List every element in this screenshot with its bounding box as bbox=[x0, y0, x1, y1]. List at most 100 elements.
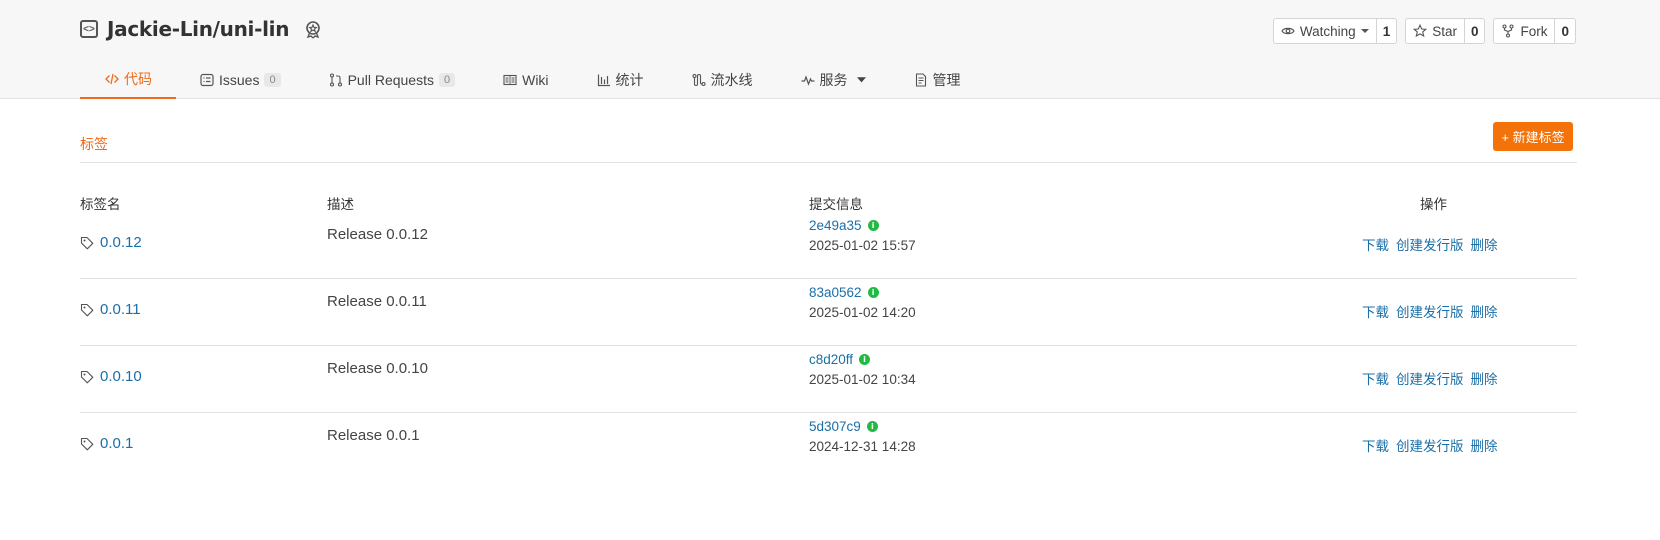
badge-award-icon[interactable] bbox=[303, 19, 323, 39]
pipeline-icon bbox=[691, 73, 706, 86]
repo-name[interactable]: Jackie-Lin/uni-lin bbox=[107, 17, 289, 41]
table-row: 0.0.12 Release 0.0.12 2e49a35 i 2025-01-… bbox=[80, 212, 1577, 279]
tag-name: 0.0.1 bbox=[100, 435, 134, 452]
verified-info-icon[interactable]: i bbox=[866, 421, 878, 432]
tab-code-label: 代码 bbox=[124, 70, 152, 87]
download-link[interactable]: 下载 bbox=[1362, 435, 1389, 455]
commit-hash-link[interactable]: 83a0562 bbox=[809, 285, 862, 300]
delete-link[interactable]: 删除 bbox=[1471, 234, 1498, 254]
commit-hash-link[interactable]: c8d20ff bbox=[809, 352, 853, 367]
column-header-ops: 操作 bbox=[1420, 197, 1447, 212]
verified-info-icon[interactable]: i bbox=[867, 287, 879, 298]
settings-document-icon bbox=[915, 72, 926, 87]
tab-manage[interactable]: 管理 bbox=[890, 60, 985, 99]
tag-description: Release 0.0.10 bbox=[327, 360, 428, 377]
create-release-link[interactable]: 创建发行版 bbox=[1396, 368, 1464, 388]
watch-label: Watching bbox=[1299, 23, 1356, 39]
commit-info: 83a0562 i 2025-01-02 14:20 bbox=[809, 285, 916, 320]
fork-label: Fork bbox=[1520, 23, 1548, 39]
download-link[interactable]: 下载 bbox=[1362, 368, 1389, 388]
create-release-link[interactable]: 创建发行版 bbox=[1396, 234, 1464, 254]
tag-name-link[interactable]: 0.0.1 bbox=[80, 435, 133, 452]
tab-pipeline[interactable]: 流水线 bbox=[668, 60, 777, 99]
create-release-link[interactable]: 创建发行版 bbox=[1396, 435, 1464, 455]
tag-description: Release 0.0.11 bbox=[327, 293, 427, 310]
tag-name-link[interactable]: 0.0.11 bbox=[80, 301, 141, 318]
commit-time: 2025-01-02 14:20 bbox=[809, 305, 916, 320]
repo-header: <> Jackie-Lin/uni-lin Watching 1 Star 0 bbox=[0, 0, 1660, 99]
tag-icon bbox=[80, 303, 94, 316]
tab-stats-label: 统计 bbox=[615, 71, 644, 88]
repo-code-icon: <> bbox=[80, 20, 98, 38]
watch-count[interactable]: 1 bbox=[1375, 19, 1397, 43]
repo-title: <> Jackie-Lin/uni-lin bbox=[80, 17, 323, 41]
section-divider bbox=[80, 162, 1577, 163]
table-row: 0.0.1 Release 0.0.1 5d307c9 i 2024-12-31… bbox=[80, 413, 1577, 480]
code-icon bbox=[105, 73, 119, 84]
tag-description: Release 0.0.1 bbox=[327, 427, 420, 444]
fork-count[interactable]: 0 bbox=[1554, 19, 1575, 43]
tab-pull-requests[interactable]: Pull Requests 0 bbox=[305, 60, 480, 99]
commit-info: 5d307c9 i 2024-12-31 14:28 bbox=[809, 419, 916, 454]
delete-link[interactable]: 删除 bbox=[1471, 301, 1498, 321]
delete-link[interactable]: 删除 bbox=[1471, 435, 1498, 455]
pull-request-icon bbox=[329, 72, 342, 87]
tab-services-label: 服务 bbox=[819, 71, 848, 88]
row-operations: 下载 创建发行版 删除 bbox=[1362, 234, 1498, 254]
star-icon bbox=[1413, 24, 1428, 38]
tag-icon bbox=[80, 370, 94, 383]
verified-info-icon[interactable]: i bbox=[859, 354, 871, 365]
tab-issues[interactable]: Issues 0 bbox=[176, 60, 305, 99]
fork-icon bbox=[1502, 24, 1515, 38]
eye-icon bbox=[1281, 27, 1295, 35]
download-link[interactable]: 下载 bbox=[1362, 301, 1389, 321]
commit-hash-link[interactable]: 5d307c9 bbox=[809, 419, 861, 434]
column-header-commit: 提交信息 bbox=[809, 197, 863, 212]
create-release-link[interactable]: 创建发行版 bbox=[1396, 301, 1464, 321]
commit-info: c8d20ff i 2025-01-02 10:34 bbox=[809, 352, 916, 387]
row-operations: 下载 创建发行版 删除 bbox=[1362, 435, 1498, 455]
tag-name-link[interactable]: 0.0.10 bbox=[80, 368, 142, 385]
fork-group: Fork 0 bbox=[1493, 18, 1576, 44]
tag-name-link[interactable]: 0.0.12 bbox=[80, 234, 142, 251]
star-button[interactable]: Star bbox=[1406, 19, 1464, 43]
commit-hash-link[interactable]: 2e49a35 bbox=[809, 218, 862, 233]
tag-icon bbox=[80, 437, 94, 450]
star-group: Star 0 bbox=[1405, 18, 1486, 44]
tag-icon bbox=[80, 236, 94, 249]
tab-code[interactable]: 代码 bbox=[80, 60, 176, 99]
fork-button[interactable]: Fork bbox=[1494, 19, 1554, 43]
tag-name: 0.0.10 bbox=[100, 368, 142, 385]
tab-pipeline-label: 流水线 bbox=[710, 71, 753, 88]
verified-info-icon[interactable]: i bbox=[867, 220, 879, 231]
pulse-icon bbox=[801, 74, 815, 86]
star-count[interactable]: 0 bbox=[1463, 19, 1485, 43]
book-icon bbox=[503, 74, 517, 85]
tag-description: Release 0.0.12 bbox=[327, 226, 428, 243]
new-tag-button[interactable]: + 新建标签 bbox=[1493, 122, 1573, 151]
table-row: 0.0.10 Release 0.0.10 c8d20ff i 2025-01-… bbox=[80, 346, 1577, 413]
tab-wiki[interactable]: Wiki bbox=[479, 60, 572, 99]
star-label: Star bbox=[1432, 23, 1457, 39]
download-link[interactable]: 下载 bbox=[1362, 234, 1389, 254]
tab-wiki-label: Wiki bbox=[522, 71, 549, 88]
column-header-name: 标签名 bbox=[80, 197, 121, 212]
bar-chart-icon bbox=[597, 74, 610, 86]
watch-button[interactable]: Watching bbox=[1274, 19, 1376, 43]
section-title: 标签 bbox=[80, 136, 108, 152]
commit-time: 2025-01-02 10:34 bbox=[809, 372, 916, 387]
tab-pull-requests-count: 0 bbox=[438, 72, 456, 87]
delete-link[interactable]: 删除 bbox=[1471, 368, 1498, 388]
tab-manage-label: 管理 bbox=[932, 71, 961, 88]
tab-services[interactable]: 服务 bbox=[777, 60, 890, 99]
tab-stats[interactable]: 统计 bbox=[573, 60, 668, 99]
tag-name: 0.0.11 bbox=[100, 301, 141, 318]
tab-issues-count: 0 bbox=[264, 72, 281, 87]
issues-icon bbox=[200, 73, 214, 86]
caret-down-icon bbox=[856, 77, 866, 83]
row-operations: 下载 创建发行版 删除 bbox=[1362, 301, 1498, 321]
caret-down-icon bbox=[1360, 29, 1369, 33]
commit-info: 2e49a35 i 2025-01-02 15:57 bbox=[809, 218, 916, 253]
table-row: 0.0.11 Release 0.0.11 83a0562 i 2025-01-… bbox=[80, 279, 1577, 346]
tab-issues-label: Issues bbox=[219, 71, 260, 88]
